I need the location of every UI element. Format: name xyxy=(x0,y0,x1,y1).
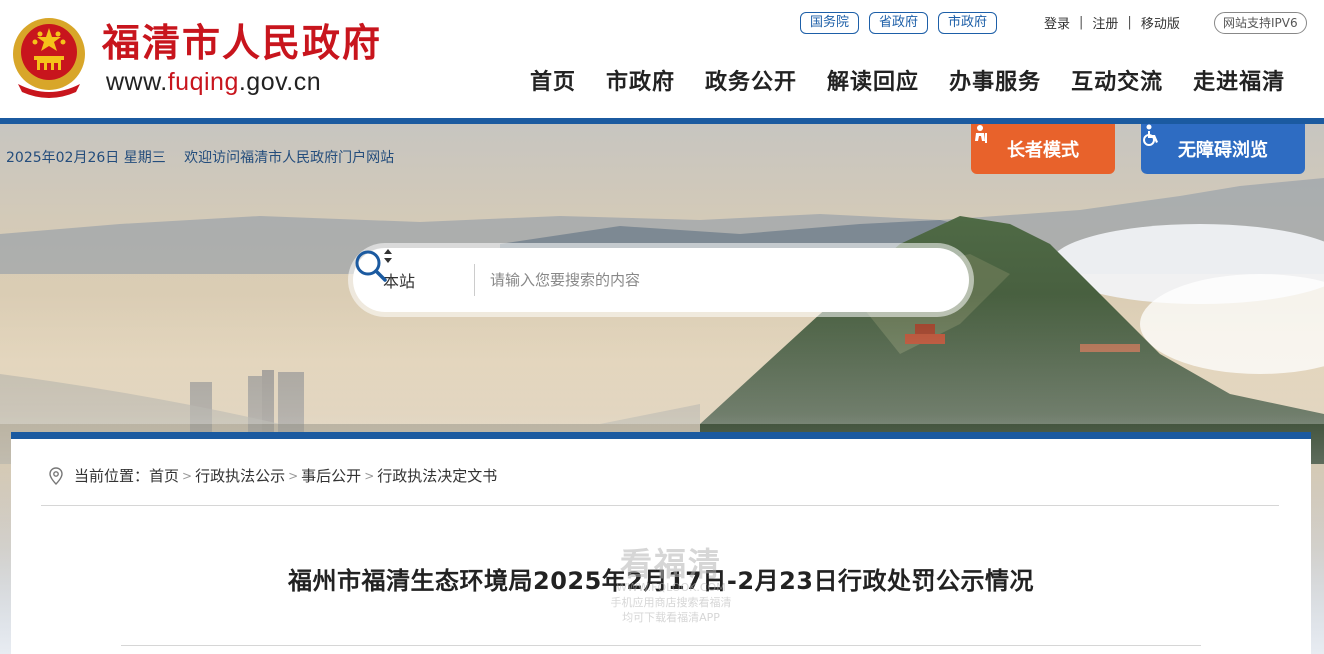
watermark-logo-text: 看福清 xyxy=(619,545,722,583)
site-title[interactable]: 福清市人民政府 xyxy=(102,18,382,68)
nav-services[interactable]: 办事服务 xyxy=(949,66,1041,100)
watermark: 看福清 WWW.FQLOOK.COM 手机应用商店搜索看福清 均可下载看福清AP… xyxy=(596,547,746,625)
breadcrumb: 当前位置： 首页 > 行政执法公示 > 事后公开 > 行政执法决定文书 xyxy=(47,465,497,486)
mobile-version-link[interactable]: 移动版 xyxy=(1141,13,1180,32)
separator: | xyxy=(1127,15,1132,30)
gov-link-province[interactable]: 省政府 xyxy=(869,12,929,34)
nav-city-government[interactable]: 市政府 xyxy=(606,66,675,100)
breadcrumb-decision-documents[interactable]: 行政执法决定文书 xyxy=(377,465,497,486)
breadcrumb-prefix: 当前位置： xyxy=(74,467,150,485)
nav-home[interactable]: 首页 xyxy=(530,66,576,100)
welcome-text: 欢迎访问福清市人民政府门户网站 xyxy=(184,150,395,166)
accessibility-label: 无障碍浏览 xyxy=(1178,140,1268,161)
ipv6-badge: 网站支持IPV6 xyxy=(1214,12,1307,34)
wheelchair-icon xyxy=(1143,124,1158,146)
elder-mode-button[interactable]: 长者模式 xyxy=(971,124,1115,174)
breadcrumb-separator: > xyxy=(364,468,375,483)
search-divider xyxy=(474,264,475,296)
site-url: www.fuqing.gov.cn xyxy=(106,68,321,97)
breadcrumb-separator: > xyxy=(288,468,299,483)
breadcrumb-separator: > xyxy=(182,468,193,483)
gov-links: 国务院 省政府 市政府 xyxy=(800,12,998,34)
gov-link-city[interactable]: 市政府 xyxy=(938,12,998,34)
url-prefix: www. xyxy=(106,68,168,96)
url-highlight: fuqing xyxy=(167,68,239,96)
breadcrumb-post-disclosure[interactable]: 事后公开 xyxy=(301,465,361,486)
watermark-line-1: 手机应用商店搜索看福清 xyxy=(610,596,732,609)
breadcrumb-divider xyxy=(41,505,1279,506)
article-panel: 当前位置： 首页 > 行政执法公示 > 事后公开 > 行政执法决定文书 福州市福… xyxy=(11,432,1311,654)
search-icon[interactable] xyxy=(353,248,389,284)
nav-interaction[interactable]: 互动交流 xyxy=(1071,66,1163,100)
accessibility-button[interactable]: 无障碍浏览 xyxy=(1141,124,1305,174)
nav-about-fuqing[interactable]: 走进福清 xyxy=(1193,66,1285,100)
breadcrumb-home[interactable]: 首页 xyxy=(149,465,179,486)
separator: | xyxy=(1079,15,1084,30)
search-input[interactable] xyxy=(490,266,890,294)
elder-icon xyxy=(975,125,987,143)
elder-mode-label: 长者模式 xyxy=(1007,140,1079,161)
login-link[interactable]: 登录 xyxy=(1044,13,1070,32)
watermark-url: WWW.FQLOOK.COM xyxy=(616,581,726,594)
url-suffix: .gov.cn xyxy=(238,68,322,96)
search-box: 本站 xyxy=(353,248,969,312)
breadcrumb-enforcement-disclosure[interactable]: 行政执法公示 xyxy=(195,465,285,486)
date-welcome-bar: 2025年02月26日 星期三 欢迎访问福清市人民政府门户网站 xyxy=(6,148,394,168)
nav-government-affairs[interactable]: 政务公开 xyxy=(705,66,797,100)
register-link[interactable]: 注册 xyxy=(1092,13,1118,32)
title-divider xyxy=(121,645,1201,646)
location-pin-icon xyxy=(49,466,63,485)
nav-interpretation[interactable]: 解读回应 xyxy=(827,66,919,100)
site-header: 福清市人民政府 www.fuqing.gov.cn 国务院 省政府 市政府 登录… xyxy=(0,0,1324,118)
main-nav: 首页 市政府 政务公开 解读回应 办事服务 互动交流 走进福清 xyxy=(530,66,1285,100)
gov-link-state-council[interactable]: 国务院 xyxy=(800,12,860,34)
national-emblem-icon[interactable] xyxy=(10,14,88,98)
current-date: 2025年02月26日 星期三 xyxy=(6,150,166,166)
watermark-line-2: 均可下载看福清APP xyxy=(622,611,720,624)
user-links: 登录 | 注册 | 移动版 xyxy=(1044,13,1180,32)
